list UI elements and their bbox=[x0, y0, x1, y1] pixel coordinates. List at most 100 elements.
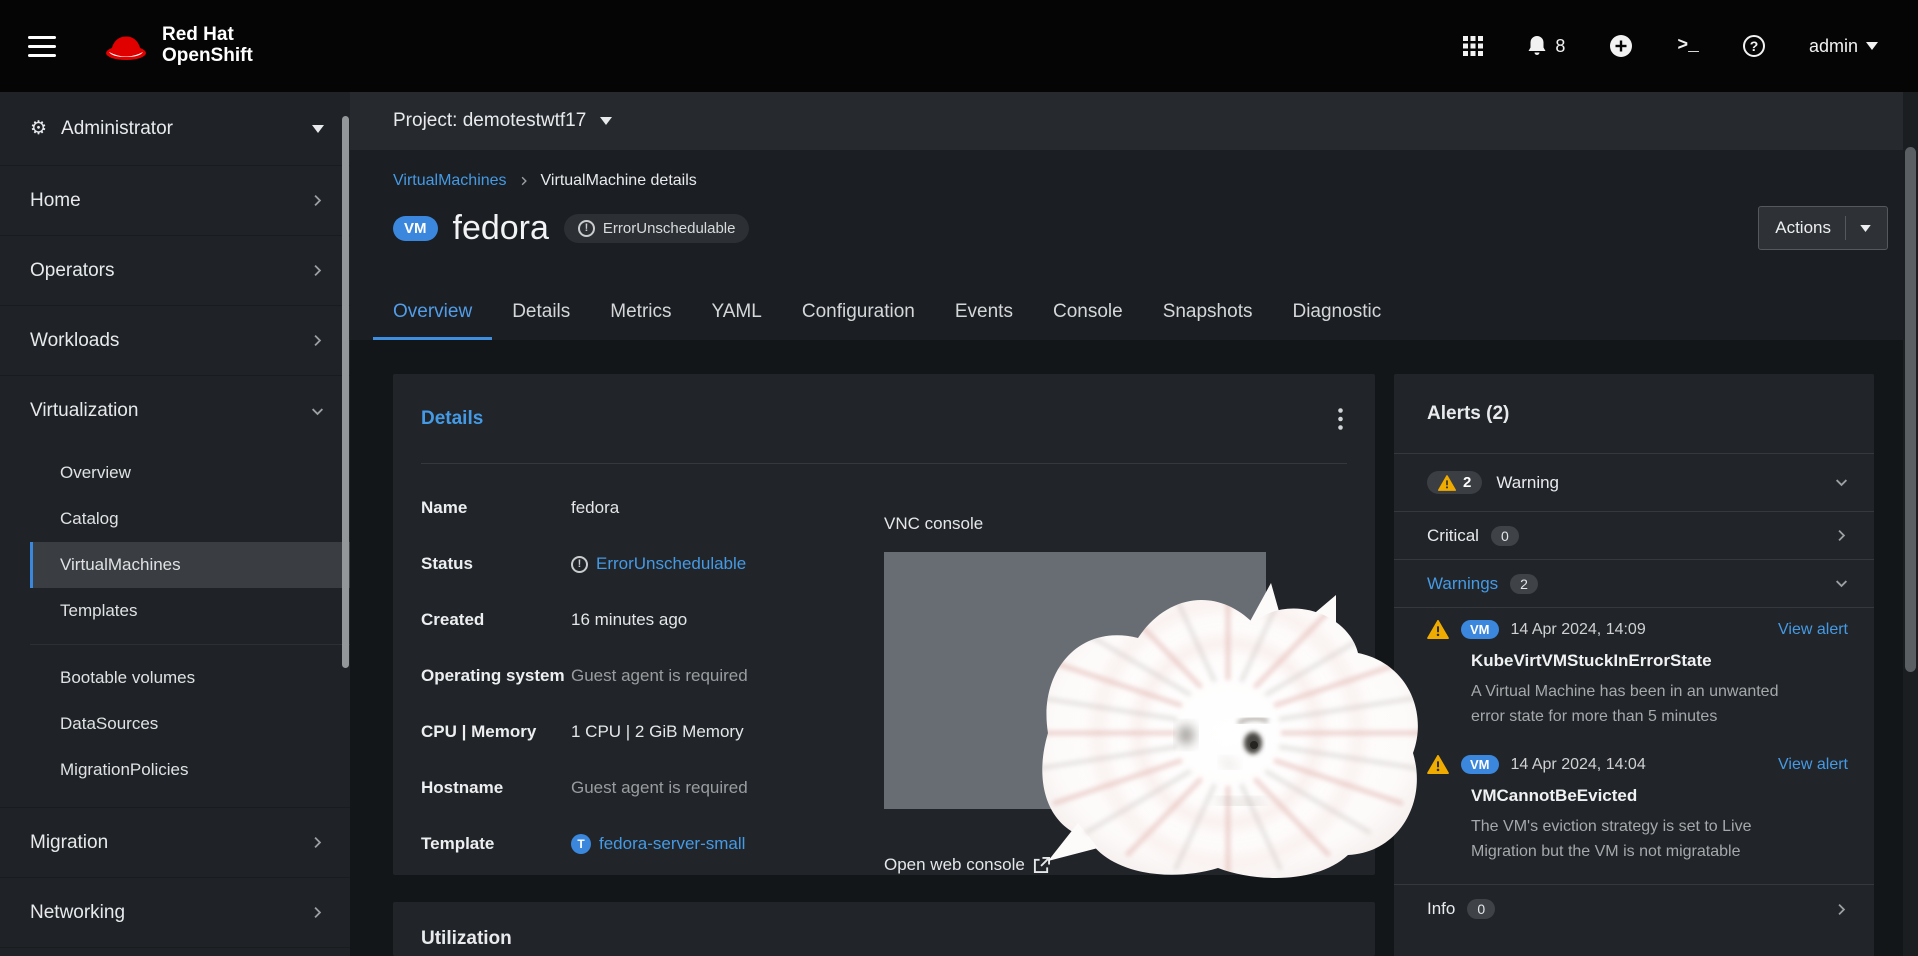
notification-count: 8 bbox=[1555, 36, 1565, 57]
sidebar-item-label: Bootable volumes bbox=[60, 668, 195, 688]
sidebar-item-catalog[interactable]: Catalog bbox=[30, 496, 350, 542]
tab-yaml[interactable]: YAML bbox=[692, 286, 782, 340]
group-label: Critical bbox=[1427, 526, 1479, 546]
template-icon: T bbox=[571, 834, 591, 854]
sidebar-item-workloads[interactable]: Workloads bbox=[0, 306, 350, 376]
masthead-toolbar: 8 >_ ? admin bbox=[1463, 34, 1878, 58]
import-plus-icon[interactable] bbox=[1609, 34, 1633, 58]
detail-value: 1 CPU | 2 GiB Memory bbox=[571, 722, 744, 742]
tab-console[interactable]: Console bbox=[1033, 286, 1143, 340]
chevron-right-icon bbox=[519, 176, 529, 186]
meme-overlay-image bbox=[1018, 583, 1432, 883]
detail-value: Guest agent is required bbox=[571, 666, 748, 686]
sidebar-item-bootable-volumes[interactable]: Bootable volumes bbox=[30, 655, 350, 701]
sidebar-item-label: Operators bbox=[30, 260, 114, 282]
open-web-console-label: Open web console bbox=[884, 855, 1025, 875]
alerts-card: Alerts (2) 2 Warning bbox=[1394, 374, 1874, 956]
sidebar-item-templates[interactable]: Templates bbox=[30, 588, 350, 634]
sidebar-item-home[interactable]: Home bbox=[0, 166, 350, 236]
alerts-group-warnings[interactable]: Warnings 2 bbox=[1394, 560, 1874, 608]
tab-snapshots[interactable]: Snapshots bbox=[1143, 286, 1273, 340]
brand-logo[interactable]: Red Hat OpenShift bbox=[104, 25, 253, 67]
chevron-right-icon bbox=[311, 906, 324, 919]
detail-value: 16 minutes ago bbox=[571, 610, 687, 630]
warning-triangle-icon bbox=[1438, 475, 1456, 491]
alert-timestamp: 14 Apr 2024, 14:09 bbox=[1511, 621, 1646, 639]
tab-diagnostic[interactable]: Diagnostic bbox=[1272, 286, 1401, 340]
alerts-group-info[interactable]: Info 0 bbox=[1394, 885, 1874, 933]
detail-label: Template bbox=[421, 834, 571, 854]
sidebar-item-label: Workloads bbox=[30, 330, 119, 352]
detail-label: Operating system bbox=[421, 666, 571, 686]
sidebar-item-virt-overview[interactable]: Overview bbox=[30, 450, 350, 496]
chevron-down-icon bbox=[1835, 476, 1848, 489]
tab-overview[interactable]: Overview bbox=[373, 286, 492, 340]
user-menu[interactable]: admin bbox=[1809, 36, 1878, 57]
alert-source-badge: VM bbox=[1461, 755, 1499, 774]
breadcrumb-current: VirtualMachine details bbox=[541, 172, 697, 190]
utilization-card-title: Utilization bbox=[421, 928, 512, 949]
help-icon[interactable]: ? bbox=[1743, 35, 1765, 57]
alert-list: VM 14 Apr 2024, 14:09 View alert KubeVir… bbox=[1394, 608, 1874, 864]
warning-count: 2 bbox=[1463, 474, 1471, 491]
sidebar-item-virtualization[interactable]: Virtualization bbox=[0, 376, 350, 446]
page-header: VirtualMachines VirtualMachine details V… bbox=[350, 150, 1918, 340]
perspective-switcher[interactable]: ⚙ Administrator bbox=[0, 92, 350, 166]
page-scrollbar-thumb[interactable] bbox=[1905, 147, 1916, 672]
actions-button[interactable]: Actions bbox=[1758, 206, 1888, 250]
status-badge-label: ErrorUnschedulable bbox=[603, 220, 736, 237]
detail-label: Name bbox=[421, 498, 571, 518]
sidebar-item-networking[interactable]: Networking bbox=[0, 878, 350, 948]
sidebar-item-operators[interactable]: Operators bbox=[0, 236, 350, 306]
view-alert-link[interactable]: View alert bbox=[1778, 621, 1848, 639]
status-link[interactable]: ErrorUnschedulable bbox=[596, 554, 746, 574]
sidebar-item-label: Migration bbox=[30, 832, 108, 854]
caret-down-icon bbox=[600, 117, 612, 125]
group-count-badge: 0 bbox=[1467, 899, 1495, 919]
sidebar-item-virtualmachines[interactable]: VirtualMachines bbox=[30, 542, 350, 588]
group-count-badge: 0 bbox=[1491, 526, 1519, 546]
detail-label: Created bbox=[421, 610, 571, 630]
tab-configuration[interactable]: Configuration bbox=[782, 286, 935, 340]
chevron-down-icon bbox=[311, 405, 324, 418]
detail-label: Status bbox=[421, 554, 571, 574]
sidebar-item-label: Overview bbox=[60, 463, 131, 483]
vnc-console-label: VNC console bbox=[884, 496, 1347, 552]
perspective-label: Administrator bbox=[61, 118, 173, 140]
sidebar-item-datasources[interactable]: DataSources bbox=[30, 701, 350, 747]
tab-details[interactable]: Details bbox=[492, 286, 590, 340]
status-icon: ! bbox=[578, 220, 595, 237]
sidebar-item-label: Virtualization bbox=[30, 400, 138, 422]
detail-row-template: Template T fedora-server-small bbox=[421, 816, 884, 872]
alerts-summary-row[interactable]: 2 Warning bbox=[1394, 454, 1874, 512]
notifications-button[interactable]: 8 bbox=[1527, 35, 1565, 57]
virtualization-subnav: Overview Catalog VirtualMachines Templat… bbox=[0, 446, 350, 808]
view-alert-link[interactable]: View alert bbox=[1778, 756, 1848, 774]
tab-events[interactable]: Events bbox=[935, 286, 1033, 340]
button-divider bbox=[1845, 216, 1846, 240]
app-launcher-icon[interactable] bbox=[1463, 36, 1483, 56]
nav-toggle-icon[interactable] bbox=[28, 36, 56, 57]
kebab-menu-icon[interactable] bbox=[1334, 404, 1347, 434]
alerts-card-title: Alerts (2) bbox=[1427, 403, 1509, 425]
terminal-icon[interactable]: >_ bbox=[1677, 36, 1699, 56]
tab-metrics[interactable]: Metrics bbox=[590, 286, 691, 340]
template-link[interactable]: fedora-server-small bbox=[599, 834, 745, 854]
sidebar-item-migration[interactable]: Migration bbox=[0, 808, 350, 878]
breadcrumb-link[interactable]: VirtualMachines bbox=[393, 172, 507, 190]
detail-row-hostname: Hostname Guest agent is required bbox=[421, 760, 884, 816]
vm-kind-badge: VM bbox=[393, 216, 438, 241]
bell-icon bbox=[1527, 35, 1547, 57]
project-selector[interactable]: Project: demotestwtf17 bbox=[350, 92, 1918, 150]
chevron-down-icon bbox=[1835, 577, 1848, 590]
breadcrumb: VirtualMachines VirtualMachine details bbox=[393, 172, 1888, 190]
details-card-title[interactable]: Details bbox=[421, 408, 483, 430]
caret-down-icon bbox=[1866, 42, 1878, 50]
sidebar-scrollbar[interactable] bbox=[342, 116, 349, 668]
user-name: admin bbox=[1809, 36, 1858, 57]
sidebar-nav: Home Operators Workloads bbox=[0, 166, 350, 948]
alerts-group-critical[interactable]: Critical 0 bbox=[1394, 512, 1874, 560]
sidebar: ⚙ Administrator Home Operators bbox=[0, 92, 350, 956]
sidebar-item-migrationpolicies[interactable]: MigrationPolicies bbox=[30, 747, 350, 793]
warning-count-pill: 2 bbox=[1427, 471, 1482, 494]
